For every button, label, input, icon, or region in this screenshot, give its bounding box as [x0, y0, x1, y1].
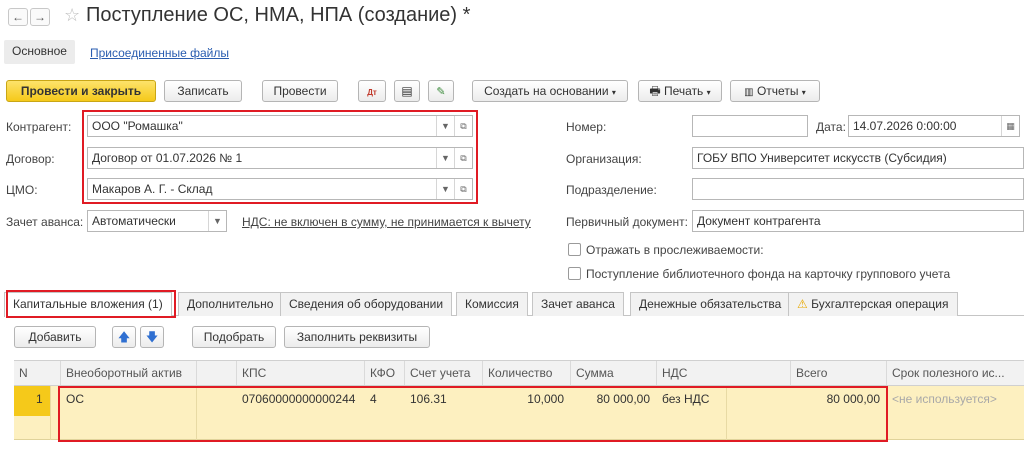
forward-button[interactable]: → [30, 8, 50, 26]
tab-equipment[interactable]: Сведения об оборудовании [280, 292, 453, 316]
cmo-label: ЦМО: [6, 183, 38, 197]
primary-doc-value: Документ контрагента [697, 214, 821, 228]
library-checkbox[interactable] [568, 267, 581, 280]
chevron-down-icon: ▾ [706, 88, 711, 97]
date-label: Дата: [816, 120, 846, 134]
chevron-down-icon: ▾ [611, 88, 616, 97]
highlight-box-counterparty [82, 110, 478, 204]
arrow-down-icon: 🡇 [145, 330, 159, 344]
warning-icon: ⚠ [797, 297, 808, 311]
vat-link[interactable]: НДС: не включен в сумму, не принимается … [242, 215, 531, 229]
col-asset-extra [196, 361, 236, 385]
favorite-star-icon[interactable]: ☆ [64, 5, 80, 26]
tab-obligations[interactable]: Денежные обязательства [630, 292, 791, 316]
journal-button[interactable]: ▤ [394, 80, 420, 102]
move-down-button[interactable]: 🡇 [140, 326, 164, 348]
cell-life[interactable]: <не используется> [892, 392, 997, 406]
col-total[interactable]: Всего [790, 361, 886, 385]
advance-value: Автоматически [92, 214, 176, 228]
create-based-on-label: Создать на основании [484, 84, 609, 98]
highlight-box-tab [6, 290, 176, 318]
number-field[interactable] [692, 115, 808, 137]
print-button[interactable]: 🖶 Печать ▾ [638, 80, 722, 102]
col-sum[interactable]: Сумма [570, 361, 656, 385]
create-based-on-button[interactable]: Создать на основании ▾ [472, 80, 628, 102]
advance-label: Зачет аванса: [6, 215, 84, 229]
dept-label: Подразделение: [566, 183, 657, 197]
dept-field[interactable] [692, 178, 1024, 200]
pick-button[interactable]: Подобрать [192, 326, 276, 348]
col-qty[interactable]: Количество [482, 361, 570, 385]
col-vat[interactable]: НДС [656, 361, 790, 385]
tab-advance[interactable]: Зачет аванса [532, 292, 624, 316]
org-value: ГОБУ ВПО Университет искусств (Субсидия) [697, 151, 947, 165]
org-field[interactable]: ГОБУ ВПО Университет искусств (Субсидия) [692, 147, 1024, 169]
tab-accounting-operation-label: Бухгалтерская операция [811, 297, 949, 311]
traceability-label: Отражать в прослеживаемости: [586, 243, 764, 257]
col-asset[interactable]: Внеоборотный актив [60, 361, 196, 385]
arrow-up-icon: 🡅 [117, 330, 131, 344]
list-icon: ▤ [401, 84, 413, 98]
add-button[interactable]: Добавить [14, 326, 96, 348]
dt-kt-icon: Дт [367, 88, 377, 97]
printer-icon: 🖶 [649, 84, 661, 98]
leaf-icon: ✎ [436, 86, 446, 98]
row-divider [50, 386, 51, 440]
tab-attached-files[interactable]: Присоединенные файлы [90, 46, 229, 60]
col-kfo[interactable]: КФО [364, 361, 404, 385]
tab-commission[interactable]: Комиссия [456, 292, 528, 316]
traceability-checkbox[interactable] [568, 243, 581, 256]
chevron-down-icon[interactable]: ▼ [208, 211, 226, 231]
counterparty-label: Контрагент: [6, 120, 72, 134]
tab-additional[interactable]: Дополнительно [178, 292, 283, 316]
primary-doc-field[interactable]: Документ контрагента [692, 210, 1024, 232]
row-number-cell [14, 386, 50, 416]
date-value: 14.07.2026 0:00:00 [853, 119, 957, 133]
number-label: Номер: [566, 120, 607, 134]
reports-label: Отчеты [756, 84, 799, 98]
tab-main[interactable]: Основное [4, 40, 75, 64]
post-and-close-button[interactable]: Провести и закрыть [6, 80, 156, 102]
chevron-down-icon: ▾ [801, 88, 806, 97]
col-account[interactable]: Счет учета [404, 361, 482, 385]
table-header: N Внеоборотный актив КПС КФО Счет учета … [14, 360, 1024, 386]
print-label: Печать [664, 84, 704, 98]
col-kps[interactable]: КПС [236, 361, 364, 385]
calendar-icon[interactable]: ▦ [1001, 116, 1019, 136]
date-field[interactable]: 14.07.2026 0:00:00 ▦ [848, 115, 1020, 137]
cell-n: 1 [36, 392, 43, 406]
page-title: Поступление ОС, НМА, НПА (создание) * [86, 4, 471, 26]
col-n[interactable]: N [14, 361, 46, 385]
arrow-right-icon: → [34, 10, 46, 24]
report-icon: ▥ [744, 87, 754, 98]
library-label: Поступление библиотечного фонда на карто… [586, 267, 951, 281]
back-button[interactable]: ← [8, 8, 28, 26]
tab-accounting-operation[interactable]: ⚠ Бухгалтерская операция [788, 292, 958, 316]
reports-button[interactable]: ▥ Отчеты ▾ [730, 80, 820, 102]
structure-button[interactable]: ✎ [428, 80, 454, 102]
highlight-box-row [58, 386, 888, 442]
org-label: Организация: [566, 152, 642, 166]
advance-select[interactable]: Автоматически ▼ [87, 210, 227, 232]
contract-label: Договор: [6, 152, 55, 166]
move-up-button[interactable]: 🡅 [112, 326, 136, 348]
save-button[interactable]: Записать [164, 80, 242, 102]
dt-kt-button[interactable]: Дт [358, 80, 386, 102]
col-life[interactable]: Срок полезного ис... [886, 361, 1024, 385]
primary-doc-label: Первичный документ: [566, 215, 688, 229]
fill-details-button[interactable]: Заполнить реквизиты [284, 326, 430, 348]
arrow-left-icon: ← [12, 10, 24, 24]
post-button[interactable]: Провести [262, 80, 338, 102]
